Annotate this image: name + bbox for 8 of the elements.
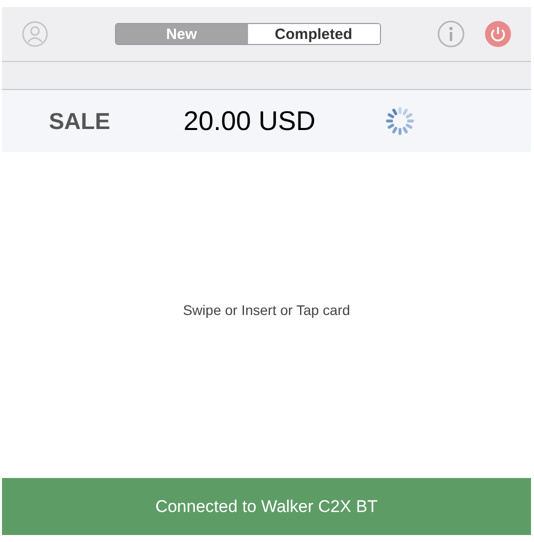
- card-prompt: Swipe or Insert or Tap card: [182, 300, 350, 320]
- user-icon[interactable]: [22, 21, 48, 47]
- transaction-type: SALE: [48, 106, 112, 136]
- segment-tab[interactable]: Completed: [248, 24, 380, 44]
- power-icon[interactable]: [485, 21, 511, 47]
- status-text: Connected to Walker C2X BT: [155, 496, 378, 518]
- amount-text: 20.00 USD: [182, 104, 317, 138]
- info-icon[interactable]: [437, 20, 465, 48]
